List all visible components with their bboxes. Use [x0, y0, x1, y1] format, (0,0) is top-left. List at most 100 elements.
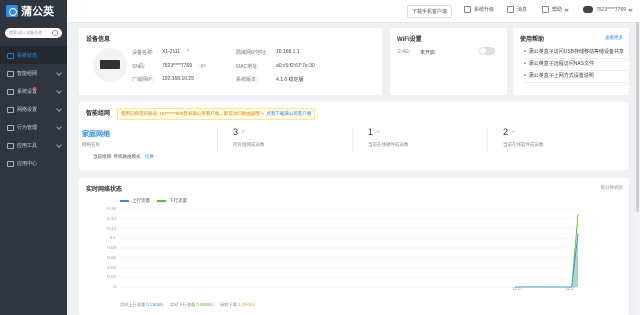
version-label: 系统版本: — [236, 77, 258, 83]
help-list: 蒲公英盒子访问USB存储移动等储设备共享蒲公英盒子远程访问NAS文件蒲公英盒子上… — [524, 47, 634, 83]
tools-icon — [7, 143, 14, 149]
realtime-title: 实时网络状态 — [86, 187, 123, 193]
scrollbar[interactable] — [636, 22, 639, 315]
settings-icon — [7, 89, 14, 95]
members-desc: 所有组网成员数 — [233, 142, 265, 147]
version-value: 4.1.0 稳定版 — [276, 77, 304, 83]
y-tick-label: 0.02 — [107, 274, 116, 280]
help-button[interactable]: 帮助 — [542, 6, 569, 13]
divider — [487, 127, 488, 153]
lan-ip-value: 10.168.1.1 — [276, 49, 300, 55]
hardware-desc: 当前在线硬件成员数 — [368, 142, 409, 147]
scrollbar-thumb[interactable] — [636, 22, 639, 212]
foot-down: 实时下行流量 0.06KB/s — [170, 302, 213, 308]
sn-label: SN码: — [132, 64, 146, 70]
chevron-down-icon — [56, 88, 62, 94]
system-upgrade-button[interactable]: 系统升级 — [464, 6, 494, 13]
avatar — [583, 6, 593, 13]
upgrade-icon — [464, 6, 471, 13]
device-name-label: 设备名称: — [132, 50, 154, 56]
foot-down-label: 实时下行流量 — [170, 302, 196, 307]
sn-value: 7523****7769 — [162, 63, 193, 69]
plus-icon[interactable]: + — [241, 129, 245, 136]
network-name[interactable]: 家庭网络 — [82, 129, 110, 139]
user-name: 7523****7769 — [596, 6, 627, 13]
divider — [352, 127, 353, 153]
legend-up-swatch — [120, 200, 129, 202]
plus-icon[interactable]: + — [511, 129, 515, 136]
legend-up: 上行流量 — [120, 198, 150, 204]
router-icon — [100, 60, 120, 69]
network-mode: 当前组网: 传统路由模式 切换 — [93, 154, 154, 160]
mac-value: a0:c5:f2:67:7e:30 — [276, 63, 315, 69]
shield-icon — [7, 125, 14, 131]
dashboard-icon — [7, 53, 14, 59]
foot-up-label: 实时上行流量 — [120, 302, 146, 307]
y-tick-label: 0.14 — [107, 215, 116, 221]
network-mode-label: 当前组网: 传统路由模式 — [93, 154, 141, 159]
smartnet-title: 智能组网 — [86, 111, 111, 117]
wifi-toggle[interactable] — [479, 47, 495, 55]
download-app-label: 下载手机客户端 — [412, 9, 448, 15]
plus-icon[interactable]: + — [376, 129, 380, 136]
mac-label: MAC地址: — [236, 64, 259, 70]
sidebar-search[interactable]: 搜索/进入设备名称 — [5, 28, 62, 38]
y-tick-label: 0.16 — [107, 206, 116, 211]
sidebar-item-0[interactable]: 系统状态 — [0, 46, 67, 64]
sidebar-item-2[interactable]: 系统设置 — [0, 82, 67, 100]
device-image — [93, 48, 127, 82]
sn-suffix: -gx — [199, 63, 206, 69]
download-app-button[interactable]: 下载手机客户端 — [407, 5, 453, 18]
y-tick-label: 0 — [113, 284, 116, 289]
y-tick-label: 0.12 — [107, 225, 116, 231]
chevron-down-icon — [564, 7, 569, 12]
device-info-title: 设备信息 — [86, 37, 111, 43]
chevron-down-icon — [628, 7, 633, 12]
help-label: 帮助 — [552, 7, 563, 13]
legend-down-swatch — [157, 200, 166, 202]
time-right: 11:27 — [565, 286, 576, 291]
sidebar-item-label: 网络设置 — [17, 106, 38, 113]
foot-total-label: 接收下载 — [220, 302, 237, 307]
refresh-note: 每分钟刷新 — [600, 185, 624, 190]
device-info-card: 设备信息 设备名称: X1-2111 ✎ SN码: 7523****7769 -… — [79, 28, 382, 95]
help-item[interactable]: 蒲公英盒子远程访问NAS文件 — [524, 59, 634, 71]
wan-ip-label: 广域网IP: — [132, 77, 154, 83]
help-item[interactable]: 蒲公英盒子访问USB存储移动等储设备共享 — [524, 47, 634, 59]
help-item[interactable]: 蒲公英盒子上网方式设置说明 — [524, 71, 634, 83]
user-menu[interactable]: 7523****7769 — [583, 6, 633, 13]
foot-total-value: 2.06KB/s — [237, 302, 255, 307]
sidebar-item-label: 智能组网 — [17, 70, 38, 77]
traffic-chart — [120, 209, 579, 288]
sidebar-item-3[interactable]: 网络设置 — [0, 100, 67, 118]
apps-icon — [7, 161, 14, 167]
account-notice: 使用已绑定的账号: 157*****809登录蒲公英客户端，即可访问路由器哦～ … — [117, 108, 316, 120]
system-upgrade-label: 系统升级 — [474, 7, 495, 13]
edit-icon[interactable]: ✎ — [186, 48, 190, 54]
sidebar-item-4[interactable]: 行为管理 — [0, 118, 67, 136]
help-title: 使用帮助 — [520, 37, 545, 43]
download-client-link[interactable]: 点我下载蒲公英客户端 — [266, 111, 311, 117]
notification-dot — [33, 87, 36, 90]
foot-up: 实时上行流量 0.11KB/s — [120, 302, 163, 308]
search-icon[interactable] — [52, 30, 58, 36]
messages-button[interactable]: 消息 — [507, 6, 527, 13]
wan-ip-value: 192.168.10.25 — [162, 76, 194, 82]
logo[interactable]: 蒲公英 — [0, 0, 67, 22]
topbar: 下载手机客户端 系统升级 消息 帮助 7523****7769 — [67, 0, 640, 23]
hardware-count: 1 — [368, 127, 374, 137]
sidebar-item-5[interactable]: 应用工具 — [0, 136, 67, 154]
help-more-link[interactable]: 查看更多 — [605, 35, 623, 41]
switch-mode-link[interactable]: 切换 — [145, 154, 154, 159]
sidebar-item-6[interactable]: 应用中心 — [0, 154, 67, 172]
lan-ip-label: 局域网IP地址: — [236, 50, 268, 56]
y-tick-label: 0.06 — [107, 254, 116, 260]
wifi-title: WiFi设置 — [397, 37, 422, 43]
globe-icon — [7, 107, 14, 113]
network-icon — [7, 71, 14, 77]
foot-total: 接收下载 2.06KB/s — [220, 302, 255, 308]
y-tick-label: 0.1 — [109, 235, 116, 241]
sidebar-item-1[interactable]: 智能组网 — [0, 64, 67, 82]
device-name-value: X1-2111 — [162, 49, 181, 55]
wifi-status: 未开启 — [420, 50, 436, 56]
